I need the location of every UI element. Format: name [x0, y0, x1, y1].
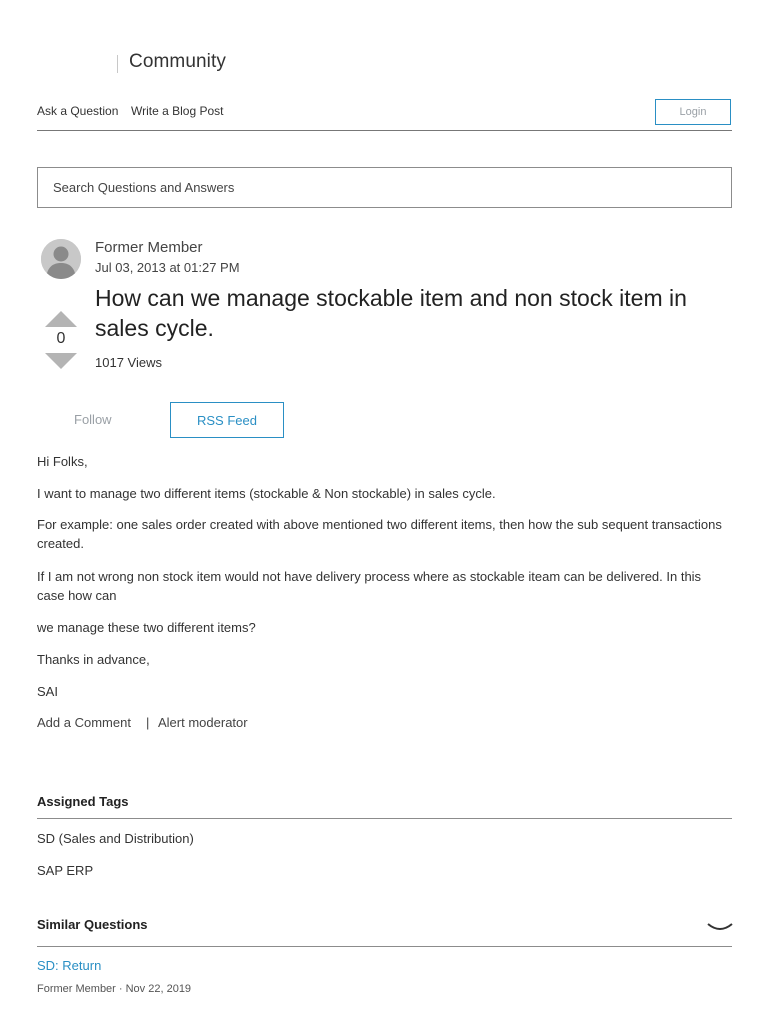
rss-feed-button[interactable]: RSS Feed — [170, 402, 284, 438]
body-paragraph: I want to manage two different items (st… — [37, 486, 496, 501]
question-title: How can we manage stockable item and non… — [95, 285, 687, 341]
body-paragraph: Thanks in advance, — [37, 652, 150, 667]
add-comment-link[interactable]: Add a Comment — [37, 715, 131, 730]
view-count: 1017 Views — [95, 355, 162, 370]
body-paragraph: For example: one sales order created wit… — [37, 517, 722, 551]
similar-question-meta: Former Member · Nov 22, 2019 — [37, 983, 192, 995]
similar-question-link[interactable]: SD: Return — [37, 958, 101, 973]
nav-divider — [37, 130, 732, 131]
avatar — [41, 239, 81, 279]
follow-link[interactable]: Follow — [74, 412, 112, 427]
tags-divider — [37, 818, 732, 819]
body-paragraph: SAI — [37, 684, 58, 699]
similar-questions-heading: Similar Questions — [37, 917, 148, 932]
post-date: Jul 03, 2013 at 01:27 PM — [95, 260, 240, 275]
body-paragraph: Hi Folks, — [37, 454, 88, 469]
action-separator: | — [146, 715, 150, 730]
body-paragraph: If I am not wrong non stock item would n… — [37, 569, 702, 603]
search-input[interactable] — [37, 167, 732, 208]
header-logo-divider — [117, 55, 118, 73]
user-silhouette-icon — [41, 239, 81, 279]
author-name: Former Member — [95, 239, 203, 256]
tag-link[interactable]: SAP ERP — [37, 863, 93, 878]
alert-moderator-link[interactable]: Alert moderator — [158, 715, 248, 730]
vote-down-icon[interactable] — [45, 353, 77, 369]
ask-question-link[interactable]: Ask a Question — [37, 104, 118, 118]
assigned-tags-heading: Assigned Tags — [37, 794, 129, 809]
vote-count: 0 — [56, 330, 66, 347]
login-button[interactable]: Login — [655, 99, 731, 125]
chevron-down-icon[interactable] — [707, 922, 733, 934]
body-paragraph: we manage these two different items? — [37, 620, 256, 635]
community-title[interactable]: Community — [129, 51, 226, 73]
tag-link[interactable]: SD (Sales and Distribution) — [37, 831, 194, 846]
vote-up-icon[interactable] — [45, 311, 77, 327]
write-blog-post-link[interactable]: Write a Blog Post — [131, 104, 223, 118]
similar-divider — [37, 946, 732, 947]
